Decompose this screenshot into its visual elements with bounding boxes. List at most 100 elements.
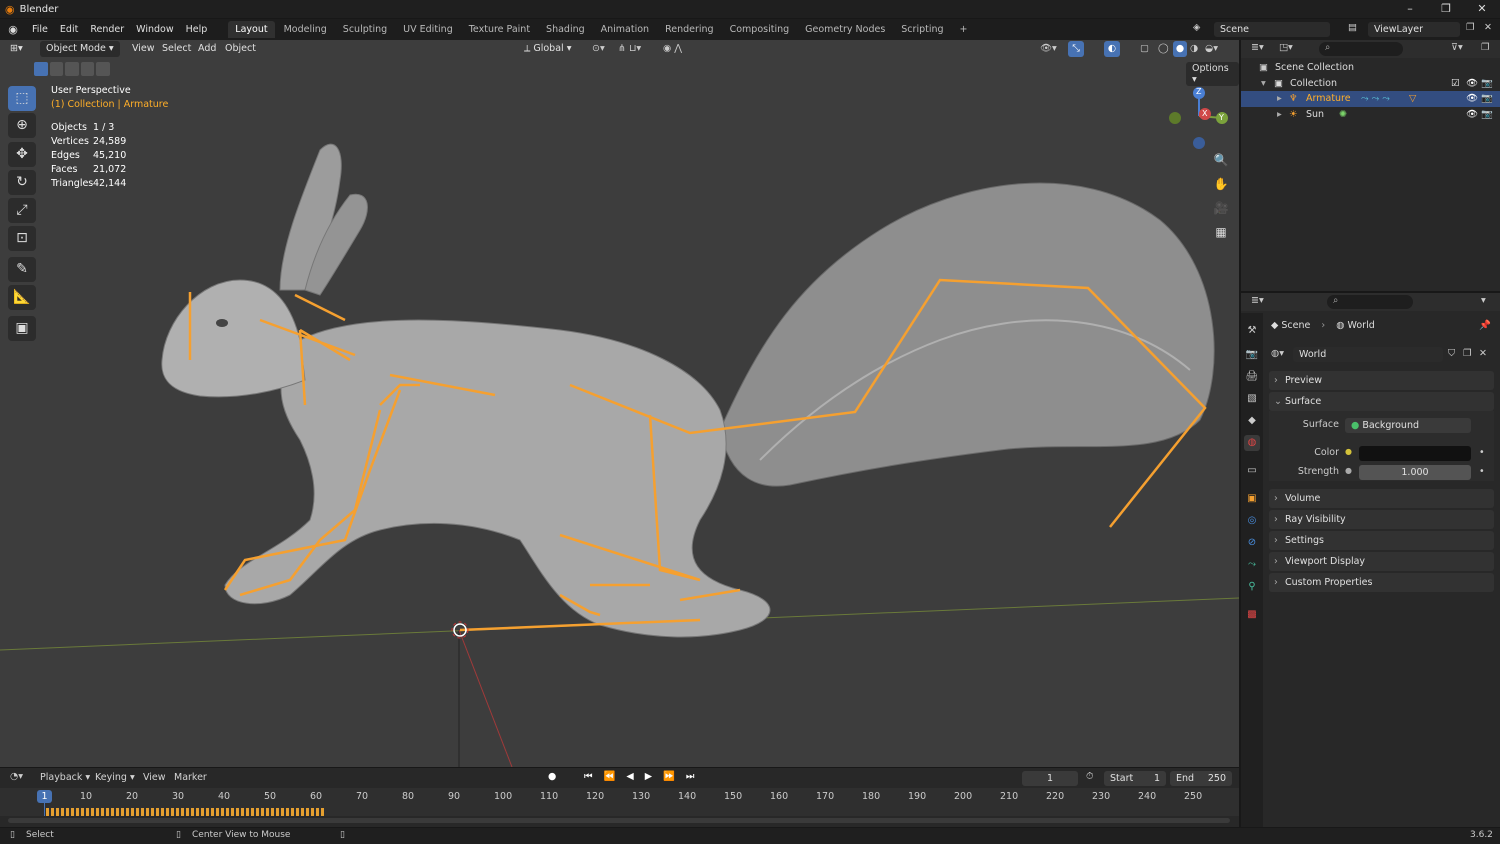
outliner-search-input[interactable]: ⌕: [1319, 42, 1403, 56]
3d-viewport[interactable]: ⊞▾ Object Mode ▾ View Select Add Object …: [0, 40, 1239, 767]
marker-menu[interactable]: Marker: [174, 772, 207, 783]
use-preview-range-icon[interactable]: ⏱: [1086, 771, 1093, 782]
scene-field[interactable]: Scene: [1214, 22, 1330, 37]
duplicate-world-icon[interactable]: ❐: [1463, 348, 1472, 359]
collection-exclude-checkbox[interactable]: ☑: [1451, 76, 1460, 92]
output-tab-icon[interactable]: 🖨: [1244, 369, 1260, 385]
playback-menu[interactable]: Playback ▾: [40, 772, 90, 783]
world-tab-icon[interactable]: ◍: [1244, 435, 1260, 451]
keyframe-strip[interactable]: [46, 808, 326, 816]
zoom-icon[interactable]: 🔍: [1211, 150, 1231, 170]
menu-edit[interactable]: Edit: [54, 24, 84, 35]
scene-tab-icon[interactable]: ◆: [1244, 413, 1260, 429]
scene-render[interactable]: [0, 40, 1239, 767]
tab-shading[interactable]: Shading: [539, 21, 592, 38]
tab-scripting[interactable]: Scripting: [894, 21, 950, 38]
object-data-tab-icon[interactable]: ⤳: [1244, 557, 1260, 573]
keyframe-dot-icon[interactable]: •: [1479, 447, 1485, 458]
scene-icon[interactable]: ◈: [1193, 22, 1200, 33]
color-swatch[interactable]: [1359, 446, 1471, 461]
view-layer-icon[interactable]: ▤: [1348, 22, 1357, 33]
strength-field[interactable]: 1.000: [1359, 465, 1471, 480]
properties-editor-icon[interactable]: ≣▾: [1251, 295, 1264, 306]
tree-row-scene-collection[interactable]: ▣ Scene Collection: [1241, 60, 1500, 76]
start-frame-field[interactable]: Start 1: [1104, 771, 1166, 786]
current-frame-field[interactable]: 1: [1022, 771, 1078, 786]
camera-icon[interactable]: 📷: [1481, 107, 1493, 123]
playback-controls[interactable]: ⏮ ⏪ ◀ ▶ ⏩ ⏭: [584, 771, 698, 782]
tree-row-collection[interactable]: ▾ ▣ Collection ☑ 👁 📷: [1241, 76, 1500, 92]
camera-view-icon[interactable]: 🎥: [1211, 198, 1231, 218]
panel-viewport-display[interactable]: › Viewport Display: [1269, 552, 1494, 571]
view-layer-field[interactable]: ViewLayer: [1368, 22, 1460, 37]
keyframe-dot-icon[interactable]: •: [1479, 466, 1485, 477]
filter-icon[interactable]: ⊽▾: [1451, 42, 1463, 53]
menu-file[interactable]: File: [26, 24, 54, 35]
add-workspace-button[interactable]: +: [953, 21, 975, 38]
eye-icon[interactable]: 👁: [1466, 91, 1478, 107]
tab-rendering[interactable]: Rendering: [658, 21, 721, 38]
tool-tab-icon[interactable]: ⚒: [1244, 323, 1260, 339]
ortho-grid-icon[interactable]: ▦: [1211, 222, 1231, 242]
surface-shader-field[interactable]: ● Background: [1345, 418, 1471, 433]
menu-render[interactable]: Render: [84, 24, 130, 35]
unlink-world-icon[interactable]: ✕: [1479, 348, 1487, 359]
outliner-editor-icon[interactable]: ≣▾: [1251, 42, 1264, 53]
panel-surface[interactable]: ⌄ Surface: [1269, 392, 1494, 411]
view-layer-tab-icon[interactable]: ▧: [1244, 391, 1260, 407]
pin-icon[interactable]: 📌: [1479, 320, 1491, 331]
object-tab-icon[interactable]: ▣: [1244, 491, 1260, 507]
physics-tab-icon[interactable]: ◎: [1244, 513, 1260, 529]
tab-texture-paint[interactable]: Texture Paint: [462, 21, 537, 38]
collapse-arrow-icon[interactable]: ▾: [1261, 76, 1266, 92]
timeline-editor[interactable]: ◔▾ Playback ▾ Keying ▾ View Marker ● ⏮ ⏪…: [0, 768, 1239, 827]
remove-view-layer-icon[interactable]: ✕: [1484, 22, 1492, 33]
tab-sculpting[interactable]: Sculpting: [336, 21, 394, 38]
panel-preview[interactable]: › Preview: [1269, 371, 1494, 390]
new-view-layer-icon[interactable]: ❐: [1466, 22, 1475, 33]
tree-row-armature[interactable]: ▸ ♆ Armature ⤳ ⤳ ⤳ ▽ 👁 📷: [1241, 91, 1500, 107]
camera-icon[interactable]: 📷: [1481, 91, 1493, 107]
camera-icon[interactable]: 📷: [1481, 76, 1493, 92]
texture-tab-icon[interactable]: ▩: [1244, 607, 1260, 623]
timeline-view-menu[interactable]: View: [143, 772, 166, 783]
playhead-frame-label[interactable]: 1: [37, 790, 52, 803]
expand-arrow-icon[interactable]: ▸: [1277, 91, 1282, 107]
tab-modeling[interactable]: Modeling: [277, 21, 334, 38]
tab-compositing[interactable]: Compositing: [723, 21, 797, 38]
tab-layout[interactable]: Layout: [228, 21, 275, 38]
timeline-scrollbar[interactable]: [8, 818, 1230, 823]
panel-volume[interactable]: › Volume: [1269, 489, 1494, 508]
display-mode-icon[interactable]: ◳▾: [1279, 42, 1293, 53]
properties-search-input[interactable]: ⌕: [1327, 295, 1413, 309]
world-browse-icon[interactable]: ◍▾: [1271, 348, 1284, 359]
tab-geometry-nodes[interactable]: Geometry Nodes: [798, 21, 892, 38]
menu-window[interactable]: Window: [130, 24, 179, 35]
eye-icon[interactable]: 👁: [1466, 76, 1478, 92]
tab-animation[interactable]: Animation: [594, 21, 656, 38]
constraints-tab-icon[interactable]: ⊘: [1244, 535, 1260, 551]
timeline-editor-icon[interactable]: ◔▾: [10, 771, 23, 782]
eye-icon[interactable]: 👁: [1466, 107, 1478, 123]
menu-help[interactable]: Help: [180, 24, 214, 35]
new-collection-icon[interactable]: ❐: [1481, 42, 1490, 53]
record-icon[interactable]: ●: [548, 771, 556, 782]
close-button[interactable]: ✕: [1464, 0, 1500, 18]
maximize-button[interactable]: ❐: [1428, 0, 1464, 18]
blender-menu-icon[interactable]: ◉: [0, 23, 26, 36]
expand-arrow-icon[interactable]: ▸: [1277, 107, 1282, 123]
collection-tab-icon[interactable]: ▭: [1244, 463, 1260, 479]
world-name-field[interactable]: World: [1293, 347, 1443, 362]
panel-ray-visibility[interactable]: › Ray Visibility: [1269, 510, 1494, 529]
tab-uv-editing[interactable]: UV Editing: [396, 21, 460, 38]
panel-settings[interactable]: › Settings: [1269, 531, 1494, 550]
properties-options-icon[interactable]: ▾: [1481, 295, 1486, 306]
pan-hand-icon[interactable]: ✋: [1211, 174, 1231, 194]
panel-custom-properties[interactable]: › Custom Properties: [1269, 573, 1494, 592]
minimize-button[interactable]: –: [1392, 0, 1428, 18]
fake-user-icon[interactable]: ⛉: [1448, 348, 1455, 359]
end-frame-field[interactable]: End 250: [1170, 771, 1232, 786]
tree-row-sun[interactable]: ▸ ☀ Sun ✺ 👁 📷: [1241, 107, 1500, 123]
render-tab-icon[interactable]: 📷: [1244, 347, 1260, 363]
bone-tab-icon[interactable]: ⚲: [1244, 579, 1260, 595]
